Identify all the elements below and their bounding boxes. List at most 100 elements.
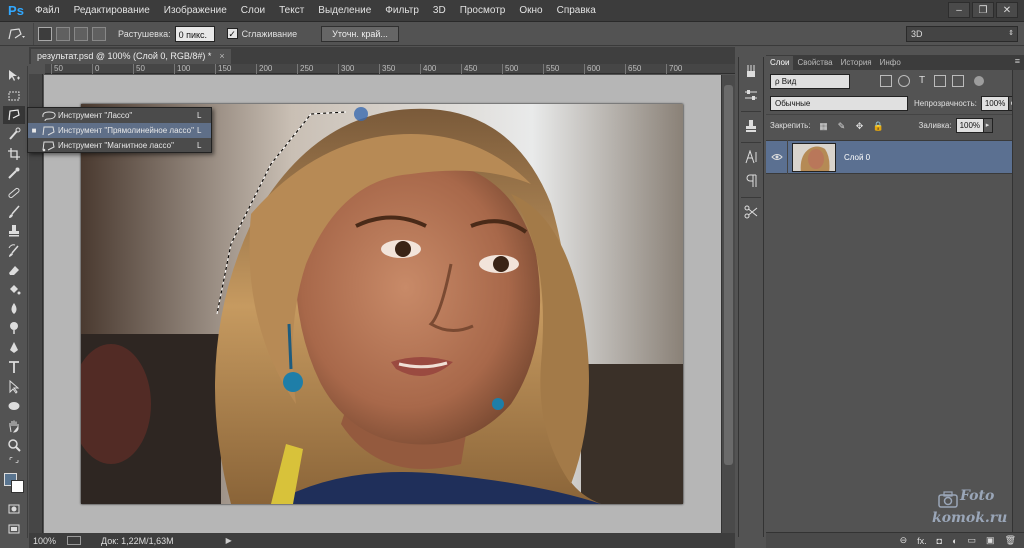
layers-scrollbar[interactable] — [1012, 70, 1024, 545]
history-brush-icon — [8, 244, 19, 257]
character-button[interactable] — [740, 147, 762, 167]
menu-item[interactable]: Файл — [28, 0, 67, 22]
workspace-select[interactable]: 3D ⇕ — [906, 26, 1018, 42]
layer-row[interactable]: Слой 0 — [766, 140, 1012, 174]
adjustment-filter-icon[interactable] — [898, 75, 910, 87]
flyout-item-shortcut: L — [197, 141, 202, 150]
type-tool[interactable] — [3, 358, 25, 376]
refine-edge-button[interactable]: Уточн. край... — [321, 25, 399, 42]
filter-toggle[interactable] — [974, 76, 984, 86]
shape-tool[interactable] — [3, 397, 25, 415]
fill-arrow-icon[interactable]: ▸ — [983, 118, 993, 133]
menu-item[interactable]: Текст — [272, 0, 311, 22]
type-filter-icon[interactable]: T — [916, 75, 928, 87]
add-selection-mode[interactable] — [56, 26, 70, 41]
restore-button[interactable]: ❐ — [972, 2, 994, 18]
minimize-button[interactable]: – — [948, 2, 970, 18]
new-selection-mode[interactable] — [38, 26, 52, 41]
antialias-checkbox[interactable]: ✓ — [226, 28, 238, 39]
opacity-input[interactable]: 100% — [980, 95, 1009, 111]
blur-tool[interactable] — [3, 300, 25, 318]
menu-item[interactable]: 3D — [426, 0, 453, 22]
intersect-selection-mode[interactable] — [92, 26, 106, 41]
subtract-selection-mode[interactable] — [74, 26, 88, 41]
menu-item[interactable]: Слои — [234, 0, 272, 22]
smart-object-filter-icon[interactable] — [952, 75, 964, 87]
layer-filter-row: ρ Вид T — [766, 70, 1024, 92]
menu-item[interactable]: Выделение — [311, 0, 378, 22]
flyout-item[interactable]: Инструмент "Магнитное лассо" L — [28, 138, 211, 153]
lasso-tool[interactable] — [2, 105, 25, 125]
background-color-swatch[interactable] — [10, 479, 24, 493]
clone-stamp-tool[interactable] — [3, 222, 25, 240]
panel-tab[interactable]: Слои — [766, 56, 794, 70]
screen-mode-button[interactable] — [3, 519, 25, 537]
quick-selection-tool[interactable] — [3, 125, 25, 143]
pen-icon — [9, 341, 18, 353]
tool-preset-picker[interactable] — [0, 22, 34, 45]
menu-item[interactable]: Фильтр — [378, 0, 426, 22]
shape-filter-icon[interactable] — [934, 75, 946, 87]
panel-tab[interactable]: Инфо — [876, 56, 905, 70]
scrollbar-thumb[interactable] — [724, 85, 733, 465]
delete-layer-icon[interactable]: 🗑 — [1005, 535, 1016, 546]
dodge-tool[interactable] — [3, 319, 25, 337]
chevron-updown-icon: ⇕ — [1008, 30, 1014, 37]
menu-item[interactable]: Просмотр — [453, 0, 513, 22]
healing-brush-tool[interactable] — [3, 183, 25, 201]
blend-mode-select[interactable]: Обычные — [770, 95, 908, 111]
layer-filter-select[interactable]: ρ Вид — [770, 73, 850, 89]
close-document-icon[interactable]: × — [219, 49, 224, 64]
paint-bucket-tool[interactable] — [3, 280, 25, 298]
quick-mask-button[interactable] — [3, 500, 25, 518]
path-selection-tool[interactable] — [3, 378, 25, 396]
brush-tool[interactable] — [3, 203, 25, 221]
paragraph-button[interactable] — [740, 171, 762, 191]
clone-source-button[interactable] — [740, 116, 762, 136]
pen-tool[interactable] — [3, 339, 25, 357]
crop-tool[interactable] — [3, 145, 25, 163]
lock-all-icon[interactable]: 🔒 — [873, 121, 884, 131]
flyout-item[interactable]: Инструмент "Лассо" L — [28, 108, 211, 123]
lock-transparent-icon[interactable]: ▦ — [819, 121, 829, 131]
panel-tab[interactable]: Свойства — [793, 56, 836, 70]
blend-row: Обычные Непрозрачность: 100% ▸ — [766, 92, 1024, 114]
swap-colors-button[interactable] — [3, 455, 25, 465]
feather-input[interactable]: 0 пикс. — [174, 25, 215, 42]
panel-menu-icon[interactable]: ≡ — [1015, 56, 1020, 66]
lock-position-icon[interactable]: ✥ — [855, 121, 865, 131]
history-brush-tool[interactable] — [3, 242, 25, 260]
menu-item[interactable]: Редактирование — [67, 0, 157, 22]
visibility-eye-icon[interactable] — [766, 140, 788, 174]
photo-layer[interactable] — [81, 104, 683, 504]
strip-divider — [741, 111, 761, 112]
tool-presets-button[interactable] — [740, 202, 762, 222]
status-menu-arrow-icon[interactable]: ▶ — [226, 536, 232, 545]
marquee-tool[interactable] — [3, 86, 25, 104]
vertical-scrollbar[interactable] — [721, 75, 735, 533]
brush-presets-button[interactable] — [740, 61, 762, 81]
zoom-tool[interactable] — [3, 436, 25, 454]
pixel-filter-icon[interactable] — [880, 75, 892, 87]
hand-tool[interactable] — [3, 416, 25, 434]
adjustment-layer-icon[interactable]: ◐ — [952, 536, 957, 546]
close-button[interactable]: ✕ — [996, 2, 1018, 18]
lock-image-icon[interactable]: ✎ — [837, 121, 847, 131]
new-group-icon[interactable]: ▭ — [968, 535, 977, 546]
menu-item[interactable]: Окно — [512, 0, 549, 22]
fill-input[interactable]: 100% — [955, 118, 984, 133]
menu-item[interactable]: Справка — [550, 0, 603, 22]
document-tab[interactable]: результат.psd @ 100% (Слой 0, RGB/8#) * … — [31, 49, 231, 64]
new-layer-icon[interactable]: ▣ — [986, 535, 995, 546]
panel-tab[interactable]: История — [837, 56, 876, 70]
adjustments-button[interactable] — [740, 85, 762, 105]
fx-icon[interactable]: fx. — [917, 536, 927, 546]
zoom-level[interactable]: 100% — [33, 536, 63, 546]
link-layers-icon[interactable]: ⊖ — [900, 535, 908, 546]
menu-item[interactable]: Изображение — [157, 0, 234, 22]
eyedropper-tool[interactable] — [3, 164, 25, 182]
flyout-item[interactable]: ■ Инструмент "Прямолинейное лассо" L — [28, 123, 211, 138]
eraser-tool[interactable] — [3, 261, 25, 279]
move-tool[interactable] — [3, 67, 25, 85]
add-mask-icon[interactable]: ◘ — [937, 536, 942, 546]
